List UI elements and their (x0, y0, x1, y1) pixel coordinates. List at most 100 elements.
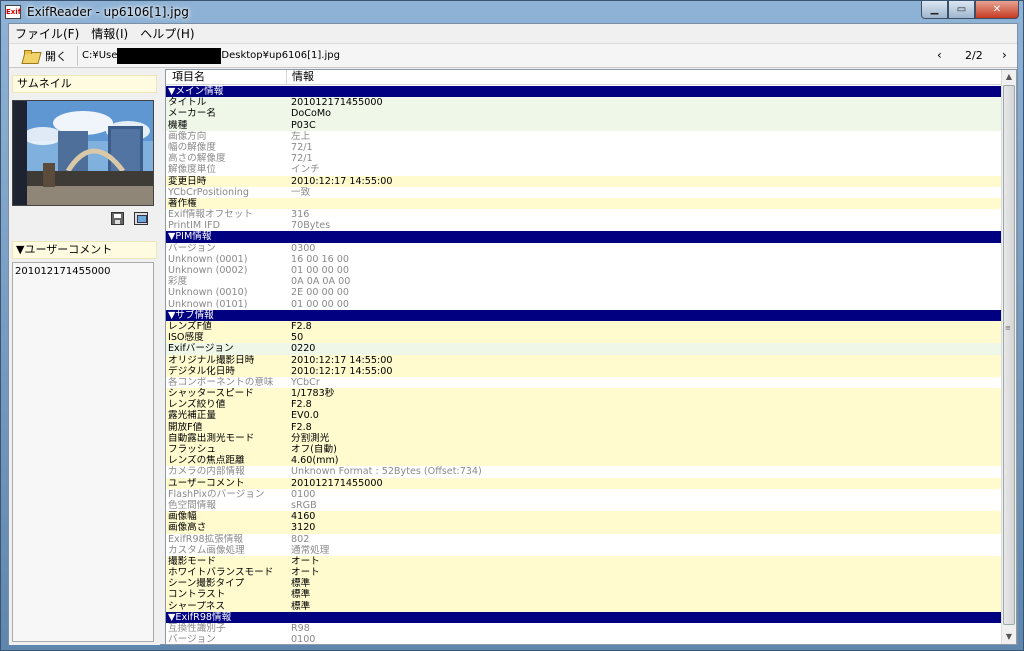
table-row[interactable]: オリジナル撮影日時 2010:12:17 14:55:00 (166, 354, 1002, 366)
table-row[interactable]: 露光補正量 EV0.0 (166, 410, 1002, 422)
table-row[interactable]: フラッシュ オフ(自動) (166, 444, 1002, 456)
menu-help[interactable]: ヘルプ(H) (134, 24, 200, 44)
table-row[interactable]: 各コンポーネントの意味 YCbCr (166, 376, 1002, 389)
toolbar: 開く C:¥Use Desktop¥up6106[1].jpg ‹ 2/2 › (9, 44, 1017, 68)
table-row[interactable]: Exifバージョン 0220 (166, 343, 1002, 355)
table-row[interactable]: ExifR98拡張情報 802 (166, 533, 1002, 545)
menu-bar: ファイル(F) 情報(I) ヘルプ(H) (9, 24, 1017, 44)
user-comment-header: ▼ユーザーコメント (12, 241, 157, 259)
table-row[interactable]: コントラスト 標準 (166, 589, 1002, 601)
table-row[interactable]: Unknown (0010) 2E 00 00 00 (166, 287, 1002, 299)
minimize-button[interactable]: ▁ (921, 1, 948, 19)
table-row[interactable]: 解像度単位 インチ (166, 164, 1002, 176)
menu-info[interactable]: 情報(I) (85, 24, 134, 44)
table-row[interactable]: 変更日時 2010:12:17 14:55:00 (166, 175, 1002, 187)
table-row[interactable]: シーン撮影タイプ 標準 (166, 578, 1002, 590)
table-row[interactable]: 開放F値 F2.8 (166, 421, 1002, 433)
item-value-cell: 通常処理 (291, 544, 330, 556)
table-row[interactable]: カスタム画像処理 通常処理 (166, 544, 1002, 556)
table-row[interactable]: デジタル化日時 2010:12:17 14:55:00 (166, 365, 1002, 377)
table-row[interactable]: YCbCrPositioning 一致 (166, 186, 1002, 198)
table-row[interactable]: ホワイトバランスモード オート (166, 567, 1002, 579)
item-name-cell: 変更日時 (168, 175, 207, 187)
vertical-scrollbar[interactable]: ▲ ≡ ▼ (1001, 70, 1016, 644)
table-row[interactable]: 撮影モード オート (166, 555, 1002, 568)
table-row[interactable]: 互換性識別子 R98 (166, 623, 1002, 635)
table-row[interactable]: 画像幅 4160 (166, 511, 1002, 523)
table-row[interactable]: シャッタースピード 1/1783秒 (166, 388, 1002, 400)
item-name-cell: レンズ絞り値 (168, 399, 226, 411)
scroll-thumb[interactable] (1003, 85, 1015, 625)
item-name-cell: フラッシュ (168, 444, 216, 455)
file-path: C:¥Use Desktop¥up6106[1].jpg (82, 47, 340, 64)
item-value-cell: 2010:12:17 14:55:00 (291, 175, 393, 187)
item-name-cell: 開放F値 (168, 421, 203, 433)
item-name-cell: バージョン (168, 634, 216, 645)
item-value-cell: 分割測光 (291, 432, 330, 444)
item-name-cell: バージョン (168, 242, 216, 254)
table-row[interactable]: シャープネス 標準 (166, 600, 1002, 612)
item-value-cell: 標準 (291, 600, 311, 612)
table-row[interactable]: カメラの内部情報 Unknown Format : 52Bytes (Offset… (166, 466, 1002, 478)
scroll-down-arrow-icon[interactable]: ▼ (1002, 630, 1016, 644)
open-button[interactable]: 開く (9, 45, 73, 67)
table-row[interactable]: ISO感度 50 (166, 332, 1002, 344)
save-icon[interactable] (111, 212, 124, 225)
item-name-cell: 幅の解像度 (168, 141, 216, 153)
table-row[interactable]: Unknown (0002) 01 00 00 00 (166, 265, 1002, 277)
table-row[interactable]: 自動露出測光モード 分割測光 (166, 432, 1002, 444)
item-value-cell: sRGB (291, 499, 317, 511)
page-counter: 2/2 (965, 49, 983, 62)
thumbnail-header: サムネイル (12, 75, 157, 93)
exif-list-view[interactable]: 項目名 情報 ▼メイン情報 タイトル 201012171455000 メーカー名 DoC… (165, 69, 1017, 645)
table-row[interactable]: Exif情報オフセット 316 (166, 209, 1002, 221)
item-name-cell: Unknown (0001) (168, 253, 248, 265)
view-image-icon[interactable] (134, 212, 148, 225)
table-row[interactable]: ユーザーコメント 201012171455000 (166, 477, 1002, 489)
item-value-cell: 2010:12:17 14:55:00 (291, 354, 393, 366)
column-header-value[interactable]: 情報 (287, 70, 1001, 84)
section-header-row[interactable]: ▼メイン情報 (166, 86, 1002, 98)
table-row[interactable]: 画像高さ 3120 (166, 522, 1002, 534)
table-row[interactable]: 色空間情報 sRGB (166, 499, 1002, 512)
item-name-cell: カスタム画像処理 (168, 544, 245, 556)
title-bar[interactable]: Exif ExifReader - up6106[1].jpg ▁ ▭ ✕ (1, 1, 1023, 23)
maximize-button[interactable]: ▭ (948, 1, 975, 19)
open-button-label: 開く (45, 49, 67, 63)
table-row[interactable]: Unknown (0101) 01 00 00 00 (166, 298, 1002, 310)
table-row[interactable]: メーカー名 DoCoMo (166, 108, 1002, 120)
item-name-cell: レンズF値 (168, 320, 212, 332)
next-image-button[interactable]: › (1002, 48, 1007, 62)
menu-file[interactable]: ファイル(F) (9, 24, 85, 44)
table-row[interactable]: PrintIM IFD 70Bytes (166, 220, 1002, 232)
table-row[interactable]: 高さの解像度 72/1 (166, 153, 1002, 165)
scroll-grip-icon: ≡ (1005, 324, 1011, 332)
table-row[interactable]: 著作権 (166, 197, 1002, 210)
table-row[interactable]: 機種 P03C (166, 119, 1002, 131)
table-row[interactable]: レンズF値 F2.8 (166, 320, 1002, 333)
table-row[interactable]: 幅の解像度 72/1 (166, 141, 1002, 154)
table-row[interactable]: Unknown (0001) 16 00 16 00 (166, 253, 1002, 265)
user-comment-box[interactable]: 201012171455000 (12, 262, 154, 642)
table-row[interactable]: タイトル 201012171455000 (166, 97, 1002, 109)
table-row[interactable]: FlashPixのバージョン 0100 (166, 488, 1002, 500)
table-row[interactable]: バージョン 0100 (166, 634, 1002, 645)
table-row[interactable]: バージョン 0300 (166, 242, 1002, 254)
table-row[interactable]: レンズの焦点距離 4.60(mm) (166, 455, 1002, 467)
section-header-row[interactable]: ▼サブ情報 (166, 309, 1002, 321)
previous-image-button[interactable]: ‹ (937, 48, 942, 62)
table-row[interactable]: 画像方向 左上 (166, 130, 1002, 142)
table-row[interactable]: レンズ絞り値 F2.8 (166, 399, 1002, 411)
item-value-cell: F2.8 (291, 399, 312, 411)
item-value-cell: 201012171455000 (291, 97, 383, 109)
column-header-name[interactable]: 項目名 (166, 70, 287, 84)
section-header-row[interactable]: ▼ExifR98情報 (166, 611, 1002, 623)
section-header-row[interactable]: ▼PIM情報 (166, 231, 1002, 243)
item-value-cell: 72/1 (291, 153, 313, 165)
item-name-cell: ISO感度 (168, 332, 204, 344)
close-button[interactable]: ✕ (975, 1, 1019, 19)
item-value-cell: インチ (291, 164, 320, 176)
scroll-up-arrow-icon[interactable]: ▲ (1002, 70, 1016, 84)
table-row[interactable]: 彩度 0A 0A 0A 00 (166, 276, 1002, 288)
exif-rows: ▼メイン情報 タイトル 201012171455000 メーカー名 DoCoMo 機種 P0… (166, 86, 1002, 645)
